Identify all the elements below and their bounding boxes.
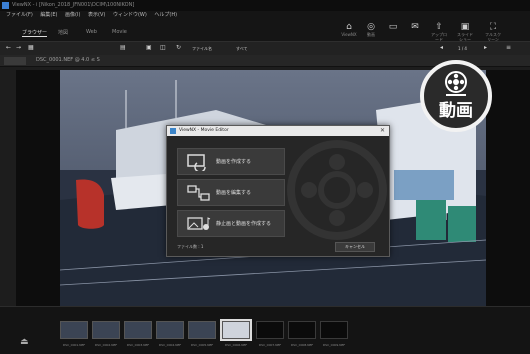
thumbnail-label: DSC_0007.NEF <box>258 343 282 347</box>
close-icon[interactable]: ✕ <box>380 126 385 136</box>
photo-movie-button[interactable]: 静止画と動画を作成する <box>177 210 285 237</box>
compare-view-icon[interactable]: ◫ <box>160 44 166 51</box>
thumbnail[interactable] <box>124 321 152 339</box>
thumbnail-selected[interactable] <box>220 319 252 341</box>
sort-select[interactable]: ファイル名 <box>192 46 212 52</box>
print-button[interactable]: ▭ <box>384 22 402 32</box>
fullscreen-icon: ⛶ <box>489 22 497 32</box>
movie-edit-icon <box>187 185 210 201</box>
back-arrow-icon[interactable]: ← <box>6 44 11 51</box>
tab-web[interactable]: Web <box>86 29 97 35</box>
slideshow-button[interactable]: ▣ スライドショー <box>456 22 474 42</box>
nav-button[interactable] <box>4 57 26 65</box>
edit-movie-label: 動画を編集する <box>216 190 252 196</box>
mail-icon: ✉ <box>411 22 419 32</box>
window-title: ViewNX - i [Nikon_2018_JFN001\DCIM\100NI… <box>12 2 135 8</box>
prev-icon[interactable]: ◂ <box>440 44 443 51</box>
viewnx-button[interactable]: ⌂ ViewNX <box>340 22 358 37</box>
thumbnail-label: DSC_0003.NEF <box>126 343 150 347</box>
eject-icon[interactable]: ⏏ <box>20 337 29 347</box>
dialog-app-icon <box>170 128 176 134</box>
movie-editor-dialog: ViewNX - Movie Editor ✕ 動画を作成する 動画を編集する <box>166 125 390 257</box>
workspace-tabs: ブラウザー 地図 Web Movie ⌂ ViewNX ◎ 動画 ▭ ✉ ⇧ ア… <box>0 20 530 42</box>
thumbnail[interactable] <box>92 321 120 339</box>
callout-label: 動画 <box>439 101 473 121</box>
thumbnail-label: DSC_0005.NEF <box>190 343 214 347</box>
edit-movie-button[interactable]: 動画を編集する <box>177 179 285 206</box>
thumbnail[interactable] <box>156 321 184 339</box>
menu-file[interactable]: ファイル(F) <box>6 11 33 20</box>
menu-view[interactable]: 表示(V) <box>88 11 105 20</box>
menu-window[interactable]: ウィンドウ(W) <box>113 11 147 20</box>
create-movie-button[interactable]: 動画を作成する <box>177 148 285 175</box>
dialog-titlebar: ViewNX - Movie Editor ✕ <box>167 126 389 136</box>
fullscreen-button[interactable]: ⛶ フルスクリーン <box>484 22 502 42</box>
viewnx-icon: ⌂ <box>346 22 352 32</box>
single-view-icon[interactable]: ▣ <box>146 44 152 51</box>
movie-callout-badge: 動画 <box>420 60 492 132</box>
view-mode-icon[interactable]: ▤ <box>120 44 126 51</box>
upload-icon: ⇧ <box>435 22 443 32</box>
movie-button[interactable]: ◎ 動画 <box>362 22 380 37</box>
movie-create-icon <box>187 154 206 171</box>
thumbnail[interactable] <box>60 321 88 339</box>
menu-image[interactable]: 画像(I) <box>65 11 80 20</box>
slideshow-icon: ▣ <box>460 22 470 32</box>
thumbnail[interactable] <box>256 321 284 339</box>
thumbnail[interactable] <box>188 321 216 339</box>
photo-movie-label: 静止画と動画を作成する <box>216 221 272 227</box>
create-movie-label: 動画を作成する <box>216 159 252 165</box>
thumbnail[interactable] <box>320 321 348 339</box>
next-icon[interactable]: ▸ <box>484 44 487 51</box>
movie-reel-watermark-icon <box>287 140 387 240</box>
thumbnail-label: DSC_0008.NEF <box>290 343 314 347</box>
page-counter: 1 / 4 <box>458 46 467 51</box>
menu-icon[interactable]: ≡ <box>506 44 511 51</box>
menu-help[interactable]: ヘルプ(H) <box>154 11 177 20</box>
rotate-icon[interactable]: ↻ <box>176 44 181 51</box>
toolbar: ← → ▦ ▤ ▣ ◫ ↻ ファイル名 すべて ◂ 1 / 4 ▸ ≡ <box>0 41 530 55</box>
forward-arrow-icon[interactable]: → <box>16 44 21 51</box>
movie-reel-icon: ◎ <box>367 22 375 32</box>
app-logo-icon <box>2 2 9 9</box>
thumbnail-label: DSC_0001.NEF <box>62 343 86 347</box>
dialog-title: ViewNX - Movie Editor <box>179 128 229 133</box>
breadcrumb: DSC_0001.NEF @ 4.0 ≤ S <box>36 57 100 63</box>
filter-select[interactable]: すべて <box>236 46 248 52</box>
mail-button[interactable]: ✉ <box>406 22 424 32</box>
file-count: ファイル数 : 1 <box>177 244 204 249</box>
print-icon: ▭ <box>388 22 398 32</box>
tab-map[interactable]: 地図 <box>58 29 68 36</box>
title-bar: ViewNX - i [Nikon_2018_JFN001\DCIM\100NI… <box>0 0 530 11</box>
thumbnail[interactable] <box>288 321 316 339</box>
thumbnail-label: DSC_0004.NEF <box>158 343 182 347</box>
thumbnail-label: DSC_0006.NEF <box>224 343 248 347</box>
upload-button[interactable]: ⇧ アップロード <box>430 22 448 42</box>
thumbnail-label: DSC_0009.NEF <box>322 343 346 347</box>
filmstrip: ⏏ DSC_0001.NEF DSC_0002.NEF DSC_0003.NEF… <box>0 306 530 354</box>
app-window: ViewNX - i [Nikon_2018_JFN001\DCIM\100NI… <box>0 0 530 354</box>
movie-reel-icon <box>445 71 467 96</box>
menu-edit[interactable]: 編集(E) <box>40 11 57 20</box>
grid-view-icon[interactable]: ▦ <box>28 44 34 51</box>
menu-bar: ファイル(F) 編集(E) 画像(I) 表示(V) ウィンドウ(W) ヘルプ(H… <box>0 11 530 20</box>
tab-movie[interactable]: Movie <box>112 29 127 35</box>
cancel-button[interactable]: キャンセル <box>335 242 375 252</box>
thumbnail-label: DSC_0002.NEF <box>94 343 118 347</box>
photo-movie-icon <box>187 217 211 230</box>
tab-browser[interactable]: ブラウザー <box>22 29 48 37</box>
